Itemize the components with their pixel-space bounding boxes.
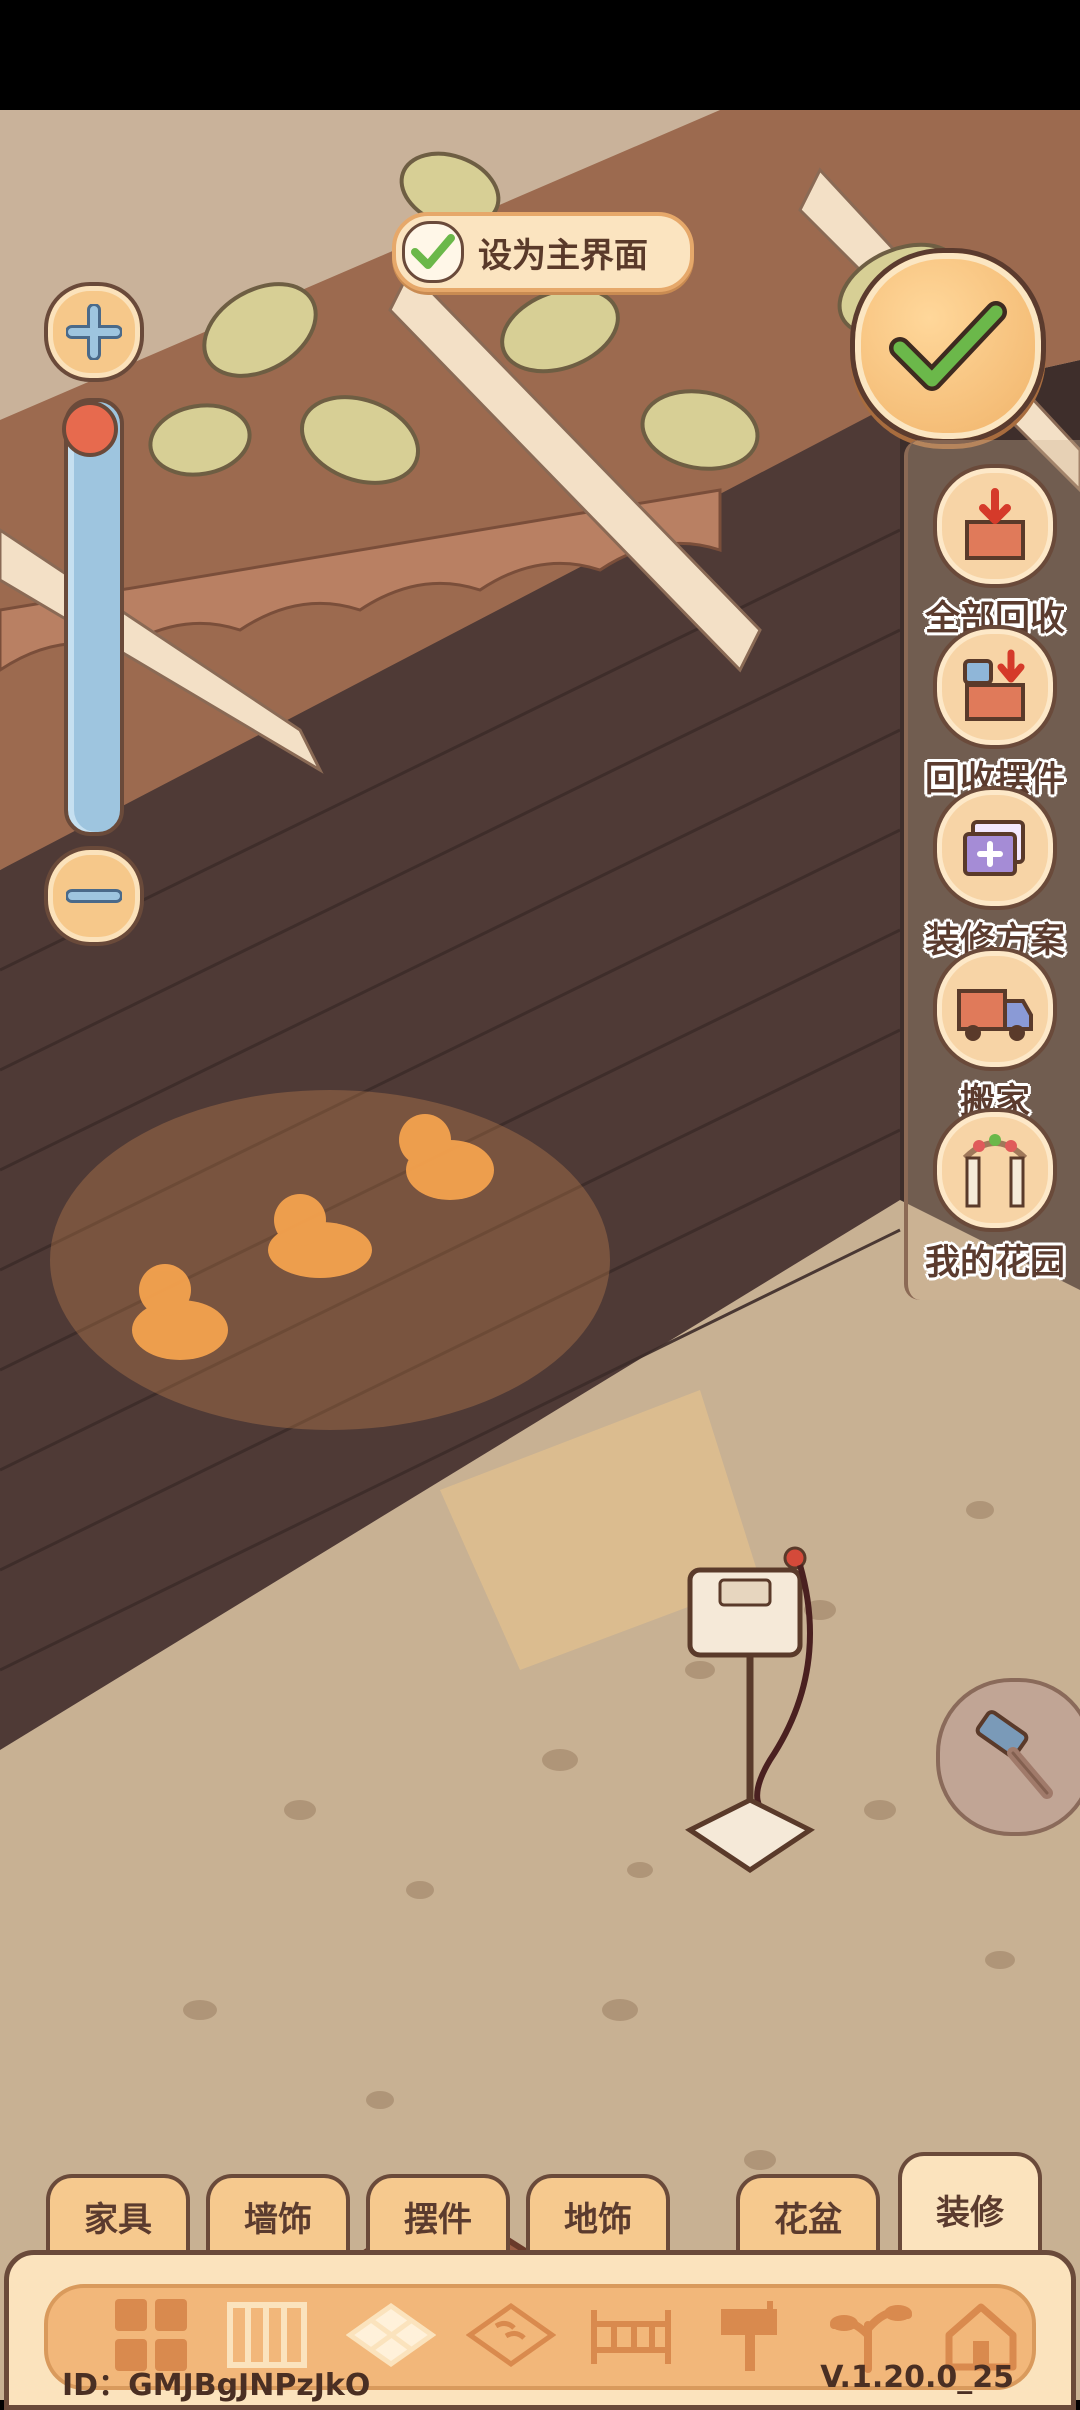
minus-icon (66, 889, 122, 903)
recycle-ornament-icon (933, 625, 1057, 749)
tab-wall-decor[interactable]: 墙饰 (206, 2174, 350, 2254)
set-main-label: 设为主界面 (478, 235, 648, 276)
my-garden-button[interactable]: 我的花园 (910, 1108, 1080, 1285)
recycle-ornaments-button[interactable]: 回收摆件 (910, 625, 1080, 802)
zoom-slider-track[interactable] (64, 398, 124, 836)
zoom-out-button[interactable] (44, 846, 144, 946)
set-main-screen-toggle[interactable]: 设为主界面 (392, 212, 694, 292)
roof-tile-icon[interactable] (466, 2290, 556, 2380)
tab-ornaments[interactable]: 摆件 (366, 2174, 510, 2254)
version-label: V.1.20.0_25 (820, 2360, 1014, 2395)
tab-furniture[interactable]: 家具 (46, 2174, 190, 2254)
status-bar (0, 0, 1080, 110)
garden-arch-icon (933, 1108, 1057, 1232)
checkmark-icon (889, 301, 1007, 391)
tab-flower-pots[interactable]: 花盆 (736, 2174, 880, 2254)
fence-icon[interactable] (586, 2290, 676, 2380)
decor-plan-icon (933, 786, 1057, 910)
tab-floor-decor[interactable]: 地饰 (526, 2174, 670, 2254)
zoom-slider-knob[interactable] (62, 401, 118, 457)
tab-renovation[interactable]: 装修 (898, 2152, 1042, 2262)
mailbox-icon[interactable] (706, 2290, 796, 2380)
my-garden-label: 我的花园 (924, 1243, 1065, 1283)
paint-brush-icon (975, 1710, 1053, 1799)
paint-brush-button[interactable] (936, 1678, 1080, 1836)
plus-icon (66, 304, 122, 360)
zoom-in-button[interactable] (44, 282, 144, 382)
moving-truck-icon (933, 947, 1057, 1071)
confirm-button[interactable] (850, 248, 1046, 444)
recycle-all-icon (933, 464, 1057, 588)
recycle-all-button[interactable]: 全部回收 (910, 464, 1080, 641)
player-id: ID：GMJBgJNPzJkO (62, 2368, 371, 2403)
check-icon (402, 221, 464, 283)
decor-plan-button[interactable]: 装修方案 (910, 786, 1080, 963)
moving-button[interactable]: 搬家 (910, 947, 1080, 1124)
